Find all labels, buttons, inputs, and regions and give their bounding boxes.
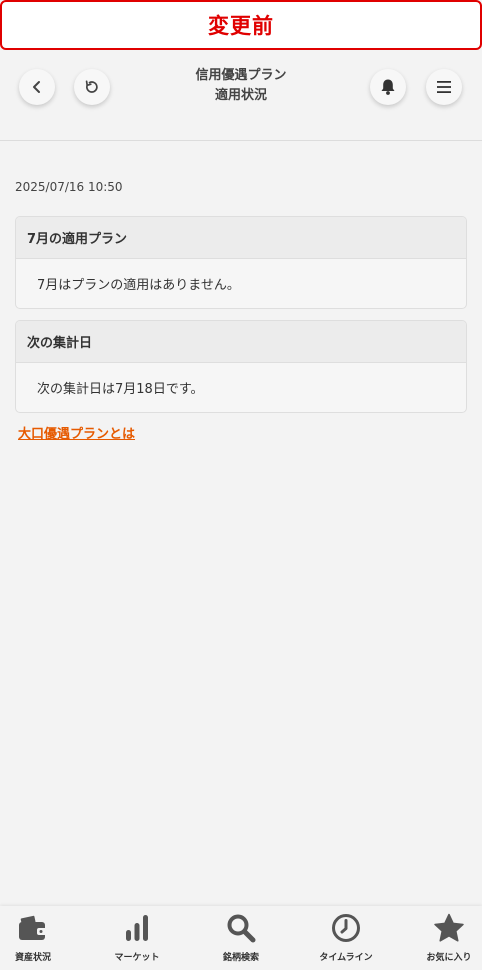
search-icon (226, 913, 256, 947)
next-aggregation-card-body: 次の集計日は7月18日です。 (37, 382, 204, 397)
tab-timeline-label: タイムライン (319, 953, 373, 963)
page-title-line2: 適用状況 (214, 88, 267, 103)
change-banner: 変更前 (0, 0, 482, 50)
hamburger-menu-icon (436, 80, 452, 94)
bar-chart-icon (123, 913, 151, 947)
chevron-left-icon (30, 80, 44, 94)
back-button[interactable] (19, 69, 55, 105)
tab-assets[interactable]: 資産状況 (0, 914, 73, 963)
applied-plan-card: 7月の適用プラン 7月はプランの適用はありません。 (15, 216, 467, 309)
menu-button[interactable] (426, 69, 462, 105)
notification-button[interactable] (370, 69, 406, 105)
bell-icon (380, 78, 396, 96)
next-aggregation-card: 次の集計日 次の集計日は7月18日です。 (15, 320, 467, 413)
clock-icon (331, 913, 361, 947)
star-icon (433, 913, 465, 947)
tab-assets-label: 資産状況 (14, 953, 51, 963)
page-title-line1: 信用優遇プラン (195, 68, 287, 83)
banner-text: 変更前 (208, 14, 274, 38)
refresh-icon (84, 79, 100, 95)
large-plan-info-link[interactable]: 大口優遇プランとは (18, 423, 135, 442)
tab-timeline[interactable]: タイムライン (306, 914, 386, 963)
tab-market-label: マーケット (114, 953, 160, 963)
tab-search-label: 銘柄検索 (222, 953, 259, 963)
wallet-icon (17, 914, 49, 946)
applied-plan-card-body: 7月はプランの適用はありません。 (37, 278, 240, 293)
tab-search[interactable]: 銘柄検索 (201, 914, 281, 963)
tab-market[interactable]: マーケット (97, 914, 177, 963)
timestamp: 2025/07/16 10:50 (15, 180, 123, 194)
page-header: 信用優遇プラン 適用状況 (0, 60, 482, 141)
tab-favorites-label: お気に入り (426, 953, 472, 963)
page-title: 信用優遇プラン 適用状況 (140, 66, 342, 106)
tab-favorites[interactable]: お気に入り (409, 913, 482, 963)
refresh-button[interactable] (74, 69, 110, 105)
applied-plan-card-title: 7月の適用プラン (16, 217, 466, 259)
next-aggregation-card-title: 次の集計日 (16, 321, 466, 363)
bottom-tab-bar: 資産状況 マーケット 銘柄検索 タイムライン お気に入り (0, 906, 482, 970)
